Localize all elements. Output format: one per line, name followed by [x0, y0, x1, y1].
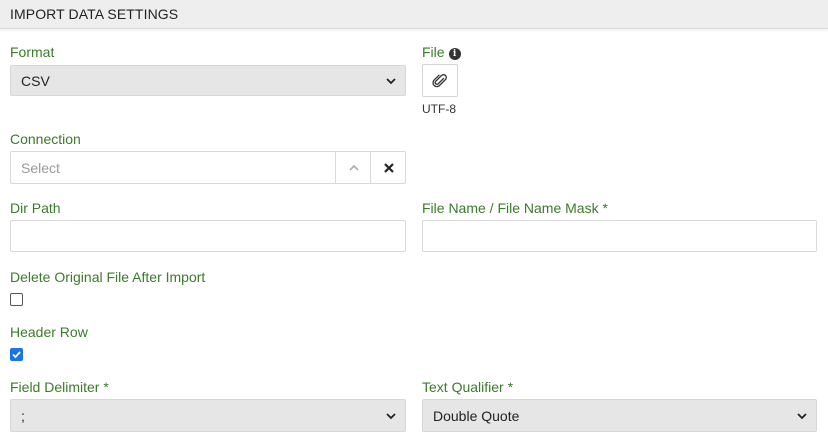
delete-original-checkbox[interactable] — [10, 293, 23, 306]
format-select[interactable]: CSV — [10, 65, 406, 96]
delete-original-label: Delete Original File After Import — [10, 269, 206, 285]
field-delimiter-label: Field Delimiter * — [10, 379, 109, 395]
connection-label: Connection — [10, 131, 81, 147]
connection-toggle-button[interactable] — [335, 152, 371, 183]
field-delimiter-value: ; — [21, 408, 25, 424]
file-name-label: File Name / File Name Mask * — [422, 200, 608, 216]
attach-file-button[interactable] — [422, 64, 458, 97]
text-qualifier-select[interactable]: Double Quote — [422, 399, 817, 432]
section-title: IMPORT DATA SETTINGS — [10, 6, 179, 22]
connection-placeholder: Select — [21, 160, 60, 176]
text-qualifier-value: Double Quote — [433, 408, 520, 424]
chevron-down-icon — [797, 413, 807, 420]
paperclip-icon — [432, 73, 447, 87]
format-value: CSV — [21, 73, 50, 89]
connection-combobox[interactable]: Select — [10, 151, 406, 184]
format-label: Format — [10, 44, 55, 60]
file-encoding: UTF-8 — [422, 102, 456, 116]
text-qualifier-label: Text Qualifier * — [422, 379, 514, 395]
file-label-wrap: File i — [422, 44, 461, 60]
info-icon[interactable]: i — [448, 48, 461, 60]
connection-clear-button[interactable] — [370, 152, 406, 183]
field-delimiter-select[interactable]: ; — [10, 399, 406, 432]
file-name-input[interactable] — [422, 220, 817, 252]
header-row-checkbox[interactable] — [10, 348, 23, 361]
chevron-down-icon — [386, 78, 396, 85]
file-label: File — [422, 44, 445, 60]
chevron-down-icon — [386, 413, 396, 420]
dir-path-input[interactable] — [10, 220, 406, 252]
close-icon — [383, 162, 394, 173]
checkmark-icon — [12, 351, 21, 359]
chevron-up-icon — [348, 164, 359, 171]
header-row-label: Header Row — [10, 324, 88, 340]
dir-path-label: Dir Path — [10, 200, 61, 216]
section-header: IMPORT DATA SETTINGS — [0, 0, 828, 29]
